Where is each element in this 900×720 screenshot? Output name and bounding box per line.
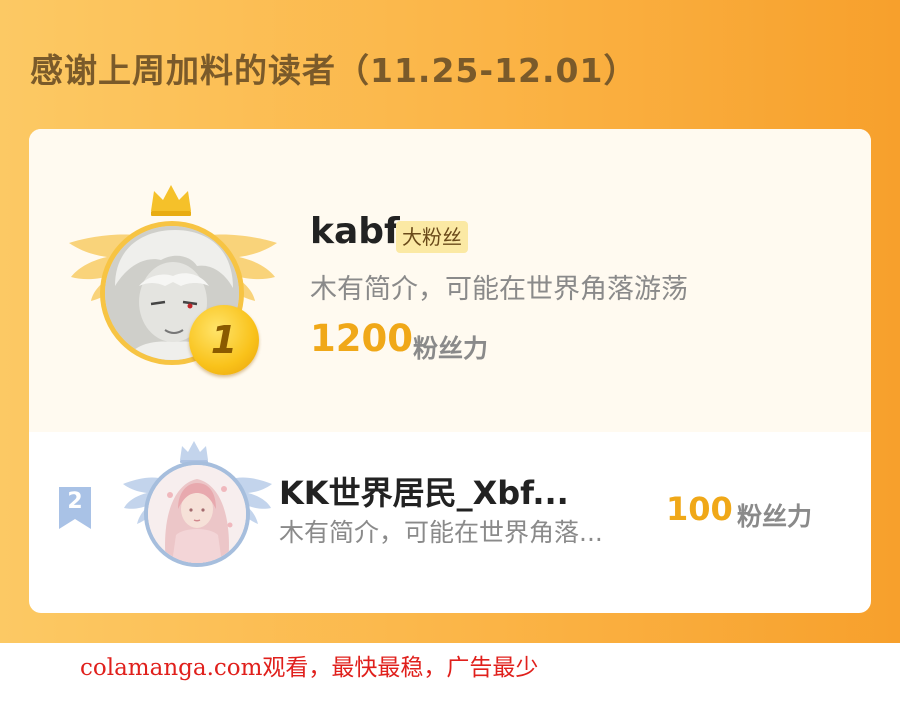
page-title: 感谢上周加料的读者（11.25-12.01）	[30, 51, 638, 90]
user-bio: 木有简介，可能在世界角落...	[279, 518, 603, 547]
rank-2-badge: 2	[59, 487, 91, 529]
rank-1-medal: 1	[189, 305, 259, 375]
leaderboard-card: 1 kabf 大粉丝 木有简介，可能在世界角落游荡 1200 粉丝力 2 KK世…	[29, 129, 871, 613]
crown-icon	[151, 185, 191, 216]
fan-power-score: 1200	[310, 317, 413, 360]
fan-level-badge: 大粉丝	[396, 221, 468, 253]
avatar-rank-2[interactable]	[144, 461, 250, 567]
rank-number: 1	[210, 318, 238, 362]
fan-power-score: 100	[666, 490, 733, 528]
user-name[interactable]: kabf	[310, 211, 400, 252]
fan-power-unit: 粉丝力	[737, 502, 813, 531]
site-watermark: colamanga.com观看，最快最稳，广告最少	[80, 655, 539, 681]
banner-background: 感谢上周加料的读者（11.25-12.01） 1 kabf 大粉丝 木有简介，可…	[0, 0, 900, 643]
leaderboard-entry-1[interactable]: 1 kabf 大粉丝 木有简介，可能在世界角落游荡 1200 粉丝力	[29, 129, 871, 432]
fan-power-unit: 粉丝力	[413, 334, 489, 363]
user-bio: 木有简介，可能在世界角落游荡	[310, 274, 688, 305]
avatar-image	[148, 465, 246, 563]
user-name[interactable]: KK世界居民_Xbf...	[279, 468, 569, 514]
rank-number: 2	[67, 489, 83, 514]
